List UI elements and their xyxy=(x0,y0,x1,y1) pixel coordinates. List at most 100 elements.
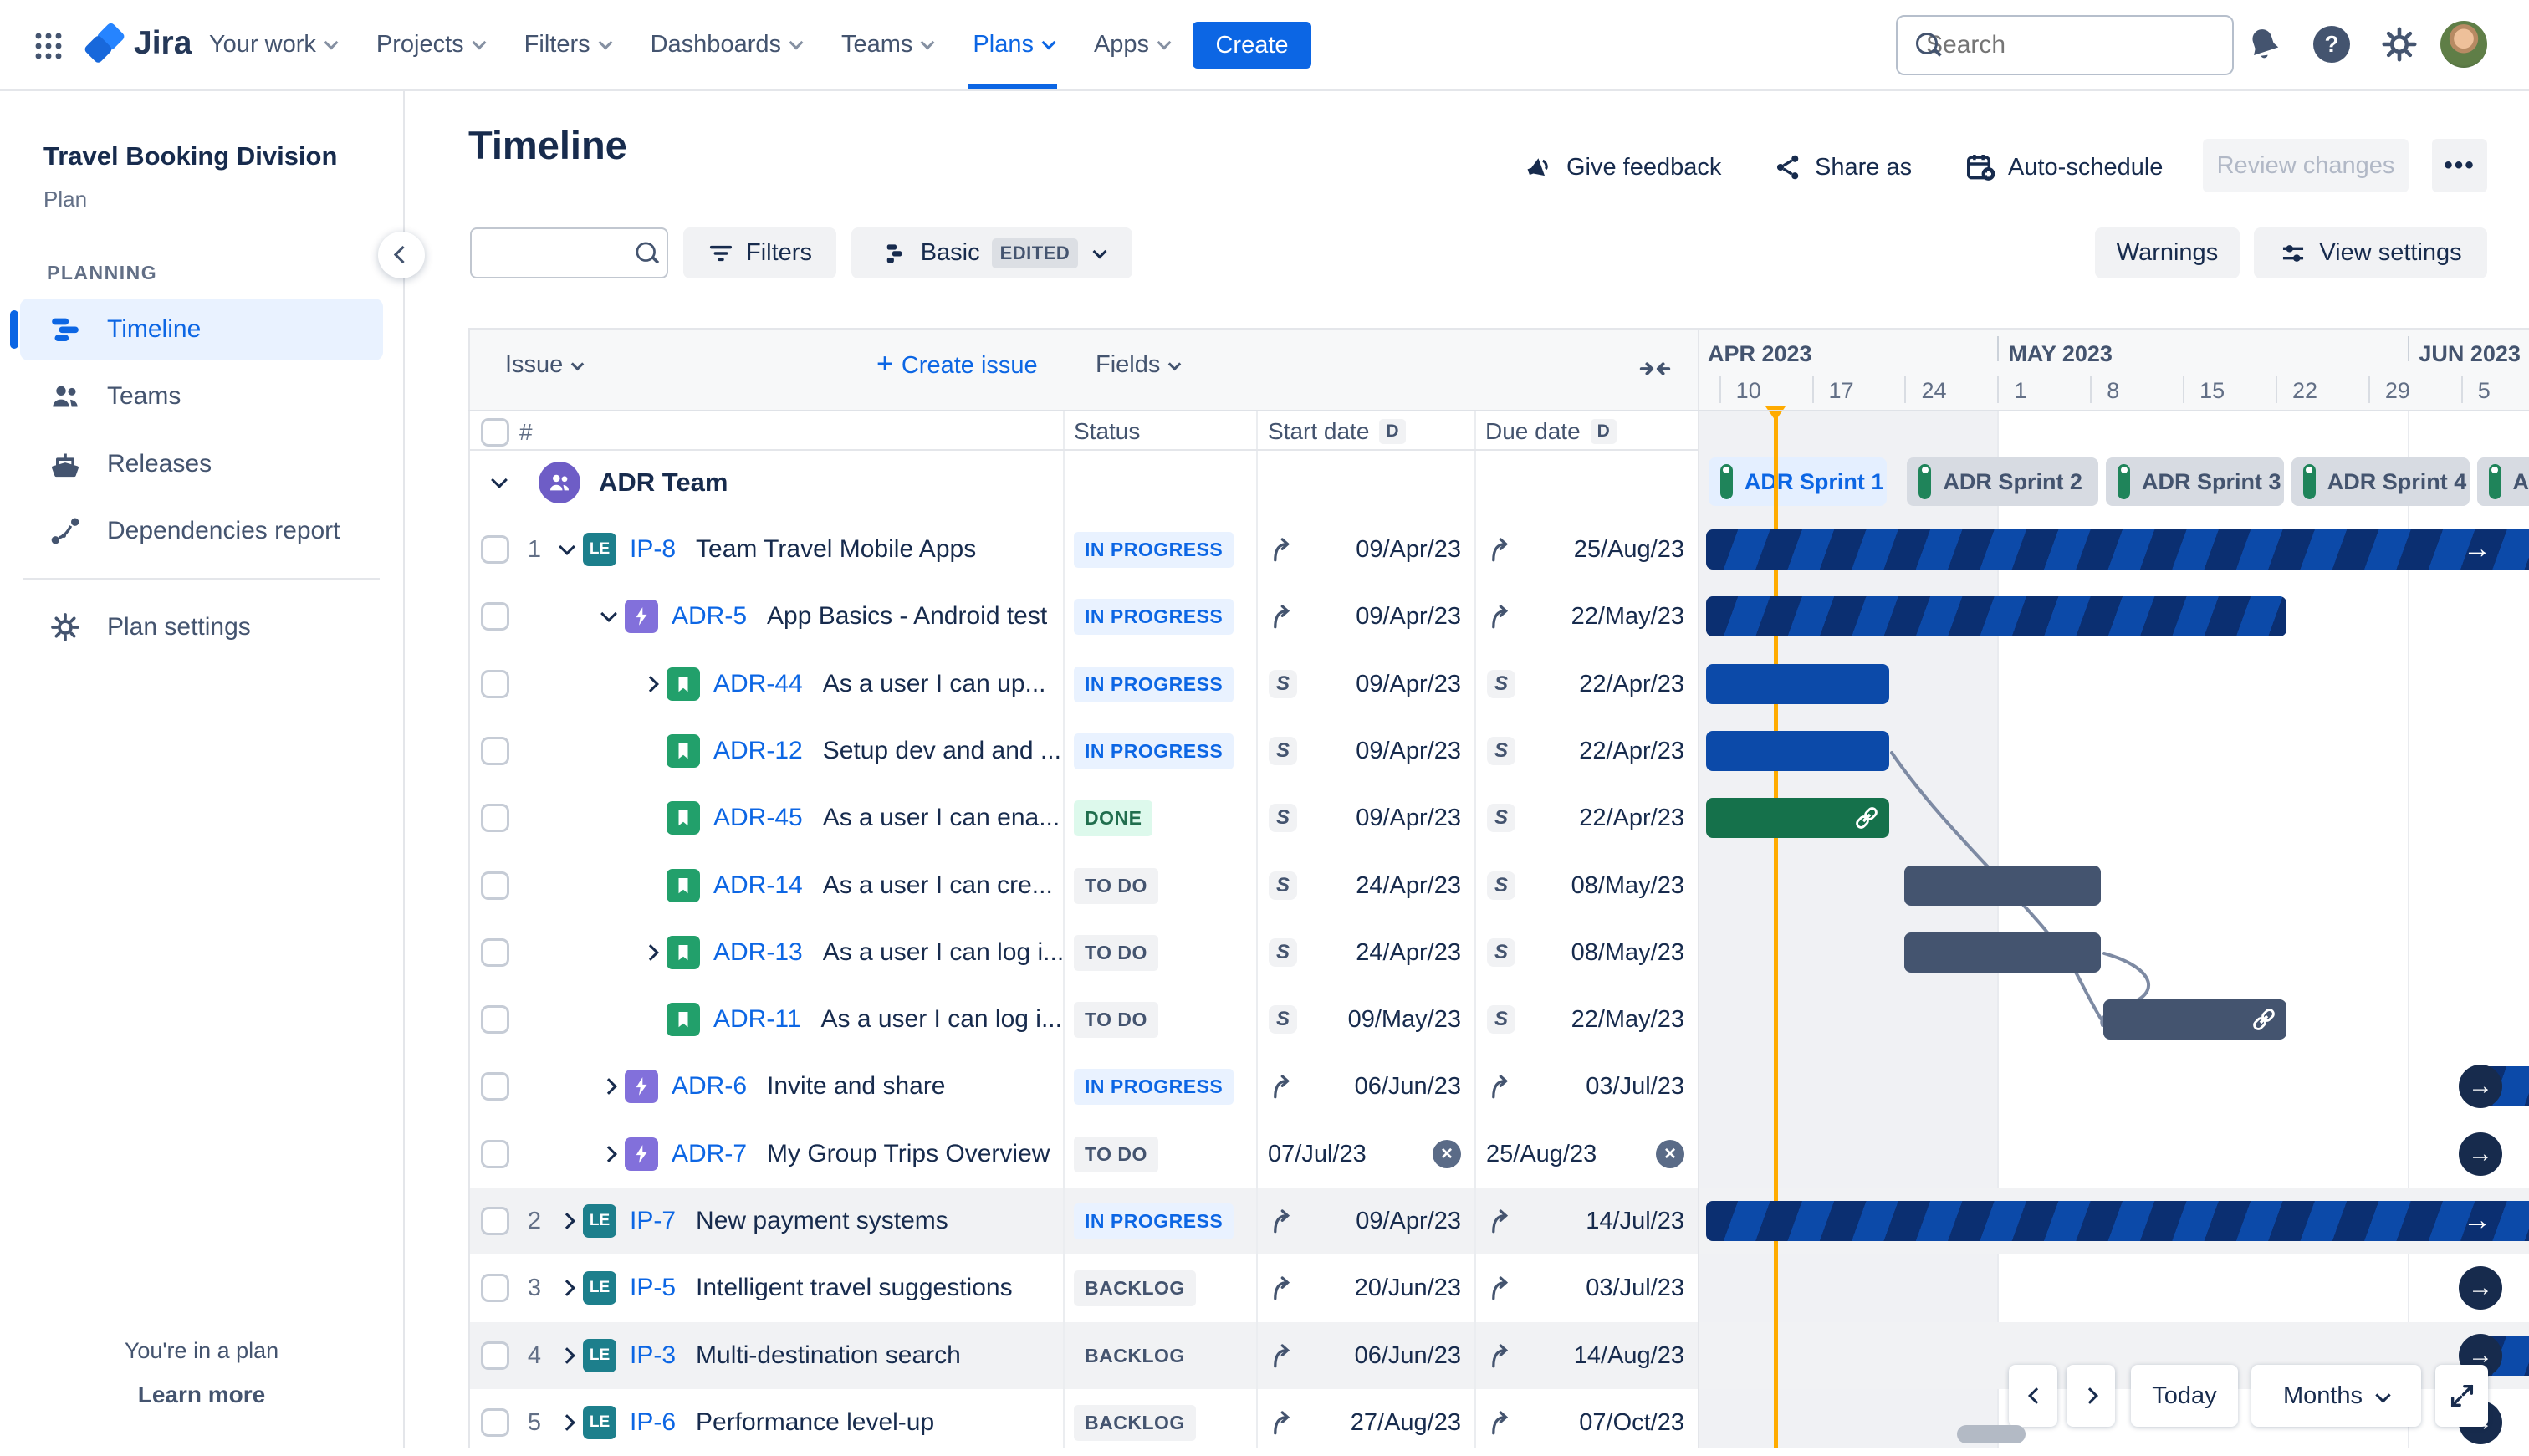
fields-header[interactable]: Fields xyxy=(1096,351,1180,379)
start-date-value[interactable]: 06/Jun/23 xyxy=(1298,1342,1461,1370)
due-date-value[interactable]: 07/Oct/23 xyxy=(1516,1409,1684,1437)
start-date-value[interactable]: 27/Aug/23 xyxy=(1298,1409,1461,1437)
gantt-bar-adr-44[interactable] xyxy=(1705,664,1889,704)
issue-row-adr-11[interactable]: ADR-11 As a user I can log i... TO DO S 09/M… xyxy=(468,986,1698,1053)
row-checkbox[interactable] xyxy=(481,1274,509,1302)
start-date-cell[interactable]: S 09/Apr/23 xyxy=(1256,718,1474,784)
scroll-left-button[interactable] xyxy=(2009,1365,2057,1427)
start-date-value[interactable]: 07/Jul/23 xyxy=(1268,1141,1433,1168)
start-date-cell[interactable]: 06/Jun/23 xyxy=(1256,1322,1474,1389)
issue-summary[interactable]: As a user I can up... xyxy=(823,670,1046,698)
status-cell[interactable]: IN PROGRESS xyxy=(1063,718,1256,784)
due-date-cell[interactable]: S 22/Apr/23 xyxy=(1474,651,1698,718)
start-date-cell[interactable]: S 24/Apr/23 xyxy=(1256,919,1474,986)
due-date-cell[interactable]: S 22/May/23 xyxy=(1474,986,1698,1053)
gantt-bar-adr-5[interactable] xyxy=(1705,596,2286,636)
issue-key-link[interactable]: ADR-6 xyxy=(672,1072,747,1101)
row-checkbox[interactable] xyxy=(481,1207,509,1235)
status-cell[interactable]: TO DO xyxy=(1063,919,1256,986)
app-switcher-icon[interactable] xyxy=(33,31,64,61)
collapse-row-icon[interactable] xyxy=(553,534,583,565)
due-date-cell[interactable]: 22/May/23 xyxy=(1474,583,1698,650)
issue-summary[interactable]: App Basics - Android test xyxy=(767,602,1047,631)
notifications-icon[interactable] xyxy=(2245,25,2283,64)
offscreen-right-indicator[interactable]: → xyxy=(2459,1132,2502,1176)
timeline-search-field[interactable] xyxy=(470,227,668,278)
issue-summary[interactable]: As a user I can log i... xyxy=(823,938,1064,967)
start-date-value[interactable]: 09/May/23 xyxy=(1298,1006,1461,1034)
start-date-value[interactable]: 20/Jun/23 xyxy=(1298,1275,1461,1302)
sidebar-item-teams[interactable]: Teams xyxy=(20,365,383,427)
row-checkbox[interactable] xyxy=(481,938,509,967)
nav-item-projects[interactable]: Projects xyxy=(376,0,486,89)
gantt-timeline-panel[interactable]: Today Months APR 2023 MAY 2023 JUN 2023 10 1… xyxy=(1698,328,2529,1448)
nav-item-filters[interactable]: Filters xyxy=(524,0,612,89)
issue-summary[interactable]: As a user I can ena... xyxy=(823,804,1060,832)
give-feedback-button[interactable]: Give feedback xyxy=(1523,142,1721,192)
issue-row-adr-12[interactable]: ADR-12 Setup dev and and ... IN PROGRESS S 0… xyxy=(468,718,1698,784)
nav-item-your-work[interactable]: Your work xyxy=(209,0,338,89)
search-input[interactable] xyxy=(1924,30,2251,60)
help-icon[interactable]: ? xyxy=(2313,26,2350,63)
due-date-value[interactable]: 08/May/23 xyxy=(1516,872,1684,900)
due-date-cell[interactable]: 25/Aug/23 × xyxy=(1474,1121,1698,1188)
warnings-button[interactable]: Warnings xyxy=(2095,227,2240,278)
issue-summary[interactable]: New payment systems xyxy=(696,1207,948,1235)
start-date-cell[interactable]: S 09/May/23 xyxy=(1256,986,1474,1053)
offscreen-right-indicator[interactable]: → xyxy=(2459,1266,2502,1310)
issue-key-link[interactable]: ADR-13 xyxy=(713,938,803,967)
today-button[interactable]: Today xyxy=(2131,1365,2238,1427)
due-date-cell[interactable]: 25/Aug/23 xyxy=(1474,516,1698,583)
jira-logo-icon[interactable] xyxy=(82,22,127,67)
scroll-right-button[interactable] xyxy=(2067,1365,2115,1427)
expand-row-icon[interactable] xyxy=(595,1139,625,1169)
issue-summary[interactable]: Invite and share xyxy=(767,1072,945,1101)
view-settings-button[interactable]: View settings xyxy=(2254,227,2487,278)
issue-row-adr-6[interactable]: ADR-6 Invite and share IN PROGRESS 06/Jun/2… xyxy=(468,1053,1698,1120)
start-date-cell[interactable]: S 09/Apr/23 xyxy=(1256,784,1474,851)
row-checkbox[interactable] xyxy=(481,737,509,765)
issue-key-link[interactable]: ADR-44 xyxy=(713,670,803,698)
gantt-bar-adr-13[interactable] xyxy=(1904,932,2102,973)
filters-button[interactable]: Filters xyxy=(683,227,836,278)
start-date-value[interactable]: 24/Apr/23 xyxy=(1298,939,1461,967)
start-date-cell[interactable]: 06/Jun/23 xyxy=(1256,1053,1474,1120)
due-date-value[interactable]: 22/May/23 xyxy=(1516,603,1684,631)
gantt-bar-adr-11[interactable] xyxy=(2103,999,2286,1040)
issue-row-adr-5[interactable]: ADR-5 App Basics - Android test IN PROGRES… xyxy=(468,583,1698,650)
issue-row-adr-7[interactable]: ADR-7 My Group Trips Overview TO DO 07/Jul/… xyxy=(468,1121,1698,1188)
start-date-value[interactable]: 09/Apr/23 xyxy=(1298,738,1461,765)
share-as-button[interactable]: Share as xyxy=(1773,142,1912,192)
due-date-cell[interactable]: 07/Oct/23 xyxy=(1474,1389,1698,1456)
issue-summary[interactable]: As a user I can cre... xyxy=(823,871,1053,900)
due-date-value[interactable]: 22/Apr/23 xyxy=(1516,805,1684,832)
nav-item-teams[interactable]: Teams xyxy=(841,0,934,89)
collapse-sidebar-button[interactable] xyxy=(378,232,425,278)
fullscreen-button[interactable] xyxy=(2435,1365,2488,1427)
due-date-value[interactable]: 03/Jul/23 xyxy=(1516,1073,1684,1101)
status-cell[interactable]: IN PROGRESS xyxy=(1063,651,1256,718)
status-cell[interactable]: TO DO xyxy=(1063,1121,1256,1188)
nav-item-dashboards[interactable]: Dashboards xyxy=(651,0,803,89)
start-date-cell[interactable]: 09/Apr/23 xyxy=(1256,1188,1474,1254)
due-date-value[interactable]: 08/May/23 xyxy=(1516,939,1684,967)
due-date-value[interactable]: 22/May/23 xyxy=(1516,1006,1684,1034)
select-all-checkbox[interactable] xyxy=(481,418,509,447)
row-checkbox[interactable] xyxy=(481,602,509,631)
due-date-cell[interactable]: 14/Aug/23 xyxy=(1474,1322,1698,1389)
status-cell[interactable]: BACKLOG xyxy=(1063,1389,1256,1456)
issue-summary[interactable]: Intelligent travel suggestions xyxy=(696,1274,1013,1302)
sidebar-item-dependencies-report[interactable]: Dependencies report xyxy=(20,500,383,562)
row-checkbox[interactable] xyxy=(481,1072,509,1101)
due-date-value[interactable]: 22/Apr/23 xyxy=(1516,738,1684,765)
issue-summary[interactable]: Performance level-up xyxy=(696,1408,934,1437)
issue-row-ip-5[interactable]: 3 LE IP-5 Intelligent travel suggestions BAC… xyxy=(468,1254,1698,1321)
issue-key-link[interactable]: IP-6 xyxy=(630,1408,676,1437)
issue-key-link[interactable]: ADR-12 xyxy=(713,737,803,765)
issue-key-link[interactable]: IP-7 xyxy=(630,1207,676,1235)
status-cell[interactable]: IN PROGRESS xyxy=(1063,516,1256,583)
start-date-cell[interactable]: 07/Jul/23 × xyxy=(1256,1121,1474,1188)
issue-key-link[interactable]: IP-3 xyxy=(630,1341,676,1370)
due-date-cell[interactable]: S 08/May/23 xyxy=(1474,852,1698,919)
row-checkbox[interactable] xyxy=(481,1341,509,1370)
